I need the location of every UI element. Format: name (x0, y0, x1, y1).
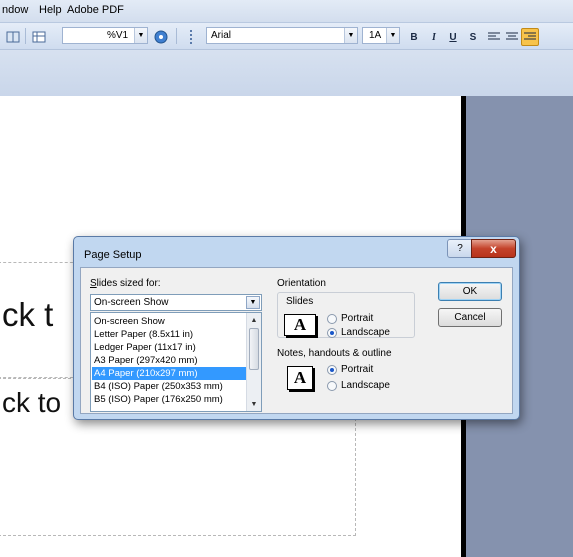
align-left-icon[interactable] (485, 28, 503, 46)
formatting-toolbar: %V1 ▼ Arial ▼ 1A ▼ B I U S (0, 23, 573, 50)
slide-size-combo[interactable]: On-screen Show ▼ (90, 294, 262, 311)
notes-portrait-label[interactable]: Portrait (341, 364, 373, 375)
ok-button[interactable]: OK (438, 282, 502, 301)
scroll-up-icon[interactable]: ▲ (248, 314, 260, 326)
toolbar-separator (25, 28, 26, 44)
zoom-value: %V1 (107, 30, 129, 41)
notes-orientation-label: Notes, handouts & outline (277, 348, 392, 359)
help-circle-icon[interactable] (152, 28, 170, 46)
list-item[interactable]: B5 (ISO) Paper (176x250 mm) (92, 393, 247, 406)
shadow-button[interactable]: S (464, 28, 482, 46)
notes-landscape-radio[interactable] (327, 381, 337, 391)
dialog-body: Slides sized for: On-screen Show ▼ On-sc… (80, 267, 513, 414)
cancel-button[interactable]: Cancel (438, 308, 502, 327)
landscape-a-icon: A (284, 314, 316, 336)
help-button[interactable]: ? (447, 239, 473, 258)
chevron-down-icon[interactable]: ▼ (386, 28, 399, 43)
chevron-down-icon[interactable]: ▼ (344, 28, 357, 43)
list-item[interactable]: Letter Paper (8.5x11 in) (92, 328, 247, 341)
list-item[interactable]: A3 Paper (297x420 mm) (92, 354, 247, 367)
menu-adobe-pdf[interactable]: Adobe PDF (67, 4, 124, 16)
slides-orientation-label: Slides (286, 296, 314, 307)
slide-size-value: On-screen Show (94, 297, 169, 308)
scroll-thumb[interactable] (249, 328, 259, 370)
table-icon[interactable] (30, 28, 48, 46)
dialog-title: Page Setup (84, 249, 142, 261)
slides-portrait-radio[interactable] (327, 314, 337, 324)
slides-portrait-label[interactable]: Portrait (341, 313, 373, 324)
slides-sized-for-label: Slides sized for: (90, 278, 161, 289)
toolbar-area (0, 50, 573, 96)
underline-button[interactable]: U (444, 28, 462, 46)
slide-body-text[interactable]: ck to (2, 387, 61, 419)
slides-landscape-radio[interactable] (327, 328, 337, 338)
chevron-down-icon[interactable]: ▼ (134, 28, 147, 43)
list-item[interactable]: On-screen Show (92, 315, 247, 328)
slides-landscape-label[interactable]: Landscape (341, 327, 390, 338)
menu-window[interactable]: ndow (2, 4, 28, 16)
font-name-combo[interactable]: Arial ▼ (206, 27, 358, 44)
list-item[interactable]: B4 (ISO) Paper (250x353 mm) (92, 380, 247, 393)
close-button[interactable]: x (471, 239, 516, 258)
scroll-down-icon[interactable]: ▼ (248, 398, 260, 410)
slide-size-list[interactable]: On-screen Show Letter Paper (8.5x11 in) … (90, 312, 262, 412)
portrait-a-icon: A (287, 366, 313, 390)
bold-button[interactable]: B (405, 28, 423, 46)
orientation-label: Orientation (277, 278, 326, 289)
list-item-selected[interactable]: A4 Paper (210x297 mm) (92, 367, 247, 380)
align-center-icon[interactable] (503, 28, 521, 46)
list-scrollbar[interactable]: ▲ ▼ (246, 313, 261, 411)
font-name-value: Arial (211, 30, 232, 41)
page-setup-dialog: Page Setup ? x Slides sized for: On-scre… (73, 236, 520, 420)
font-size-combo[interactable]: 1A ▼ (362, 27, 400, 44)
toolbar-separator (176, 28, 177, 44)
notes-landscape-label[interactable]: Landscape (341, 380, 390, 391)
slide-title-text[interactable]: ck t (2, 296, 53, 334)
close-icon: x (490, 241, 497, 256)
list-item[interactable]: Ledger Paper (11x17 in) (92, 341, 247, 354)
menu-bar: ndow Help Adobe PDF (0, 0, 573, 23)
chevron-down-icon[interactable]: ▼ (246, 296, 260, 309)
grip-handle-icon[interactable] (186, 28, 198, 46)
font-size-value: 1A (369, 30, 382, 41)
notes-portrait-radio[interactable] (327, 365, 337, 375)
zoom-combo[interactable]: %V1 ▼ (62, 27, 148, 44)
menu-help[interactable]: Help (39, 4, 62, 16)
italic-button[interactable]: I (425, 28, 443, 46)
slide-layout-icon[interactable] (4, 28, 22, 46)
align-right-icon[interactable] (521, 28, 539, 46)
